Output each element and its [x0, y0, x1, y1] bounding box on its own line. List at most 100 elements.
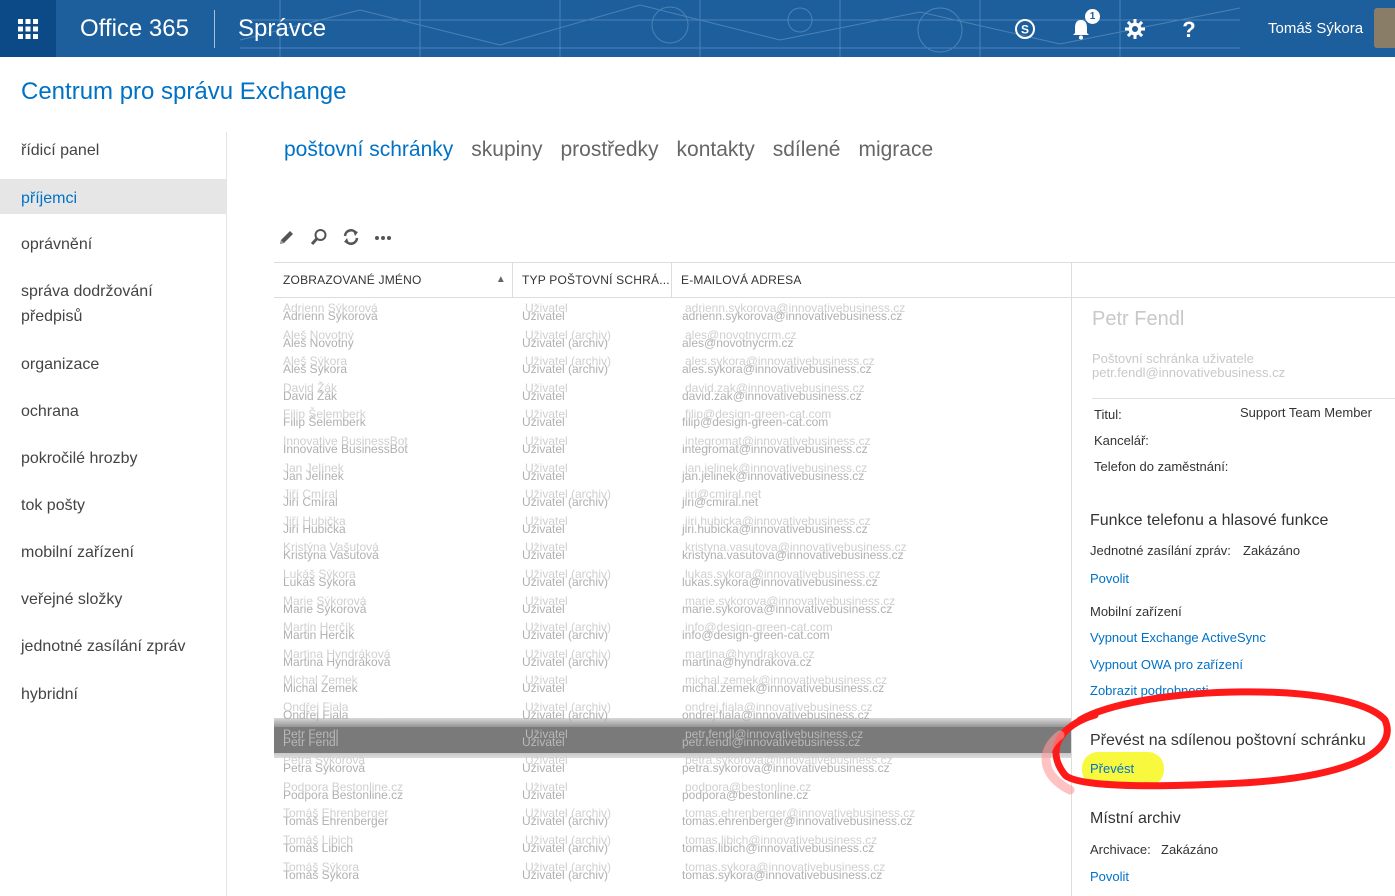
table-row[interactable]: Jan Jelínek Jan Jelínek Uživatel Uživatel ja…	[274, 461, 1071, 487]
nav-item-unified-messaging[interactable]: jednotné zasílání zpráv	[0, 634, 226, 659]
column-display-name[interactable]: ZOBRAZOVANÉ JMÉNO ▲	[274, 263, 513, 297]
cell-display-name-shadow: Marie Sýkorová	[283, 593, 367, 608]
nav-item-protection[interactable]: ochrana	[0, 399, 226, 424]
cell-mailbox-type-shadow: Uživatel (archiv)	[525, 833, 612, 847]
table-row[interactable]: Jiří Hubička Jiří Hubička Uživatel Uživatel…	[274, 514, 1071, 540]
table-row[interactable]: Petra Sýkorová Petra Sýkorová Uživatel Uživ…	[274, 753, 1071, 779]
table-row[interactable]: Lukáš Sýkora Lukáš Sýkora Uživatel (archiv…	[274, 567, 1071, 593]
notifications-button[interactable]: 1	[1054, 0, 1108, 57]
cell-email-address-shadow: ales@novotnycrm.cz	[685, 327, 797, 342]
more-button[interactable]	[372, 226, 394, 248]
table-row[interactable]: Innovative BusinessBot Innovative Busines…	[274, 434, 1071, 460]
admin-link[interactable]: Správce	[238, 15, 326, 43]
table-row[interactable]: Petr Fendl Petr Fendl Uživatel Uživatel petr…	[274, 726, 1071, 753]
gear-icon	[1125, 18, 1145, 39]
tab-shared[interactable]: sdílené	[773, 138, 841, 162]
more-icon	[375, 236, 391, 240]
cell-mailbox-type-shadow: Uživatel	[525, 407, 568, 422]
tab-migration[interactable]: migrace	[858, 138, 933, 162]
cell-display-name-shadow: Aleš Novotný	[283, 327, 354, 342]
brand-link[interactable]: Office 365	[80, 15, 189, 43]
column-email-address[interactable]: E-MAILOVÁ ADRESA	[672, 263, 1072, 297]
cell-display-name-shadow: Kristýna Vašutová	[283, 540, 379, 555]
app-launcher-icon	[18, 18, 38, 39]
search-button[interactable]	[308, 226, 330, 248]
top-bar: Office 365 Správce S 1 ? Tomáš Sýkora	[0, 0, 1395, 57]
help-icon: ?	[1182, 18, 1195, 40]
settings-button[interactable]	[1108, 0, 1162, 57]
cell-email-address-shadow: petra.sykorova@innovativebusiness.cz	[685, 753, 893, 768]
skype-button[interactable]: S	[998, 0, 1052, 57]
title-value: Support Team Member	[1240, 405, 1372, 420]
cell-display-name-shadow: Jan Jelínek	[283, 460, 344, 475]
nav-item-permissions[interactable]: oprávnění	[0, 232, 226, 257]
cell-mailbox-type-shadow: Uživatel (archiv)	[525, 567, 612, 581]
table-row[interactable]: Tomáš Sýkora Tomáš Sýkora Uživatel (archiv…	[274, 860, 1071, 886]
page-title: Centrum pro správu Exchange	[21, 78, 347, 105]
cell-display-name-shadow: David Žák	[283, 380, 338, 395]
tab-mailboxes[interactable]: poštovní schránky	[284, 138, 453, 162]
user-name[interactable]: Tomáš Sýkora	[1268, 20, 1363, 37]
cell-mailbox-type-shadow: Uživatel	[525, 593, 568, 608]
details-subtitle: Poštovní schránka uživatele petr.fendl@i…	[1092, 352, 1285, 380]
enable-unified-messaging-link[interactable]: Povolit	[1090, 571, 1129, 586]
app-launcher-button[interactable]	[0, 0, 56, 57]
nav-item-public-folders[interactable]: veřejné složky	[0, 587, 226, 612]
cell-email-address-shadow: petr.fendl@innovativebusiness.cz	[685, 726, 864, 741]
cell-display-name-shadow: Jiří Hubička	[283, 513, 346, 528]
table-row[interactable]: Martina Hyndráková Martina Hyndráková Uživ…	[274, 647, 1071, 673]
table-row[interactable]: Michal Zemek Michal Zemek Uživatel Uživatel…	[274, 673, 1071, 699]
nav-item-compliance[interactable]: správa dodržování předpisů	[0, 279, 192, 329]
cell-display-name-shadow: Jiří Cmíral	[283, 487, 338, 502]
cell-email-address-shadow: jiri@cmiral.net	[685, 487, 762, 502]
nav-item-mobile[interactable]: mobilní zařízení	[0, 540, 226, 565]
table-row[interactable]: David Žák David Žák Uživatel Uživatel david.…	[274, 381, 1071, 407]
table-row[interactable]: Jiří Cmíral Jiří Cmíral Uživatel (archiv) U…	[274, 487, 1071, 513]
help-button[interactable]: ?	[1162, 0, 1216, 57]
table-row[interactable]: Marie Sýkorová Marie Sýkorová Uživatel Uživ…	[274, 594, 1071, 620]
cell-mailbox-type-shadow: Uživatel	[525, 301, 568, 315]
cell-display-name-shadow: Innovative BusinessBot	[283, 434, 408, 448]
table-row[interactable]: Ondřej Fiala Ondřej Fiala Uživatel (archiv…	[274, 700, 1071, 726]
disable-activesync-link[interactable]: Vypnout Exchange ActiveSync	[1090, 630, 1266, 645]
unified-messaging-label: Jednotné zasílání zpráv:	[1090, 543, 1231, 558]
nav-item-dashboard[interactable]: řídicí panel	[0, 138, 226, 163]
pencil-icon	[280, 231, 293, 244]
table-row[interactable]: Podpora Bestonline.cz Podpora Bestonline.…	[274, 780, 1071, 806]
tab-groups[interactable]: skupiny	[471, 138, 542, 162]
edit-button[interactable]	[276, 226, 298, 248]
cell-display-name-shadow: Tomáš Libich	[283, 833, 354, 847]
cell-email-address-shadow: adrienn.sykorova@innovativebusiness.cz	[685, 301, 906, 315]
nav-item-organization[interactable]: organizace	[0, 352, 226, 377]
table-row[interactable]: Filip Šelemberk Filip Šelemberk Uživatel Už…	[274, 407, 1071, 433]
column-mailbox-type[interactable]: TYP POŠTOVNÍ SCHRÁ...	[513, 263, 672, 297]
table-row[interactable]: Aleš Sýkora Aleš Sýkora Uživatel (archiv) U…	[274, 354, 1071, 380]
nav-item-mail-flow[interactable]: tok pošty	[0, 493, 226, 518]
nav-item-advanced-threats[interactable]: pokročilé hrozby	[0, 446, 226, 471]
mailbox-grid: Adrienn Sýkorová Adrienn Sýkorová Uživatel…	[274, 297, 1071, 896]
table-row[interactable]: Aleš Novotný Aleš Novotný Uživatel (archiv…	[274, 328, 1071, 354]
table-row[interactable]: Kristýna Vašutová Kristýna Vašutová Uživat…	[274, 540, 1071, 566]
cell-email-address-shadow: ales.sykora@innovativebusiness.cz	[685, 354, 875, 369]
cell-email-address-shadow: kristyna.vasutova@innovativebusiness.cz	[685, 540, 907, 555]
disable-owa-devices-link[interactable]: Vypnout OWA pro zařízení	[1090, 657, 1243, 672]
nav-item-recipients[interactable]: příjemci	[0, 179, 226, 214]
tab-contacts[interactable]: kontakty	[677, 138, 755, 162]
avatar[interactable]	[1374, 8, 1395, 48]
cell-email-address-shadow: marie.sykorova@innovativebusiness.cz	[685, 593, 896, 608]
cell-display-name-shadow: Petra Sýkorová	[283, 753, 366, 768]
refresh-button[interactable]	[340, 226, 362, 248]
table-row[interactable]: Tomáš Libich Tomáš Libich Uživatel (archiv…	[274, 833, 1071, 859]
table-row[interactable]: Martin Herčík Martin Herčík Uživatel (arch…	[274, 620, 1071, 646]
cell-display-name-shadow: Tomáš Ehrenberger	[283, 806, 389, 821]
table-row[interactable]: Adrienn Sýkorová Adrienn Sýkorová Uživatel…	[274, 301, 1071, 327]
column-mailbox-type-label: TYP POŠTOVNÍ SCHRÁ...	[522, 273, 670, 287]
cell-display-name-shadow: Lukáš Sýkora	[283, 567, 356, 581]
enable-archive-link[interactable]: Povolit	[1090, 869, 1129, 884]
cell-email-address-shadow: lukas.sykora@innovativebusiness.cz	[685, 567, 881, 581]
nav-item-hybrid[interactable]: hybridní	[0, 682, 226, 707]
search-icon	[310, 229, 327, 246]
header-separator	[214, 10, 215, 48]
tab-resources[interactable]: prostředky	[560, 138, 658, 162]
table-row[interactable]: Tomáš Ehrenberger Tomáš Ehrenberger Uživat…	[274, 806, 1071, 832]
